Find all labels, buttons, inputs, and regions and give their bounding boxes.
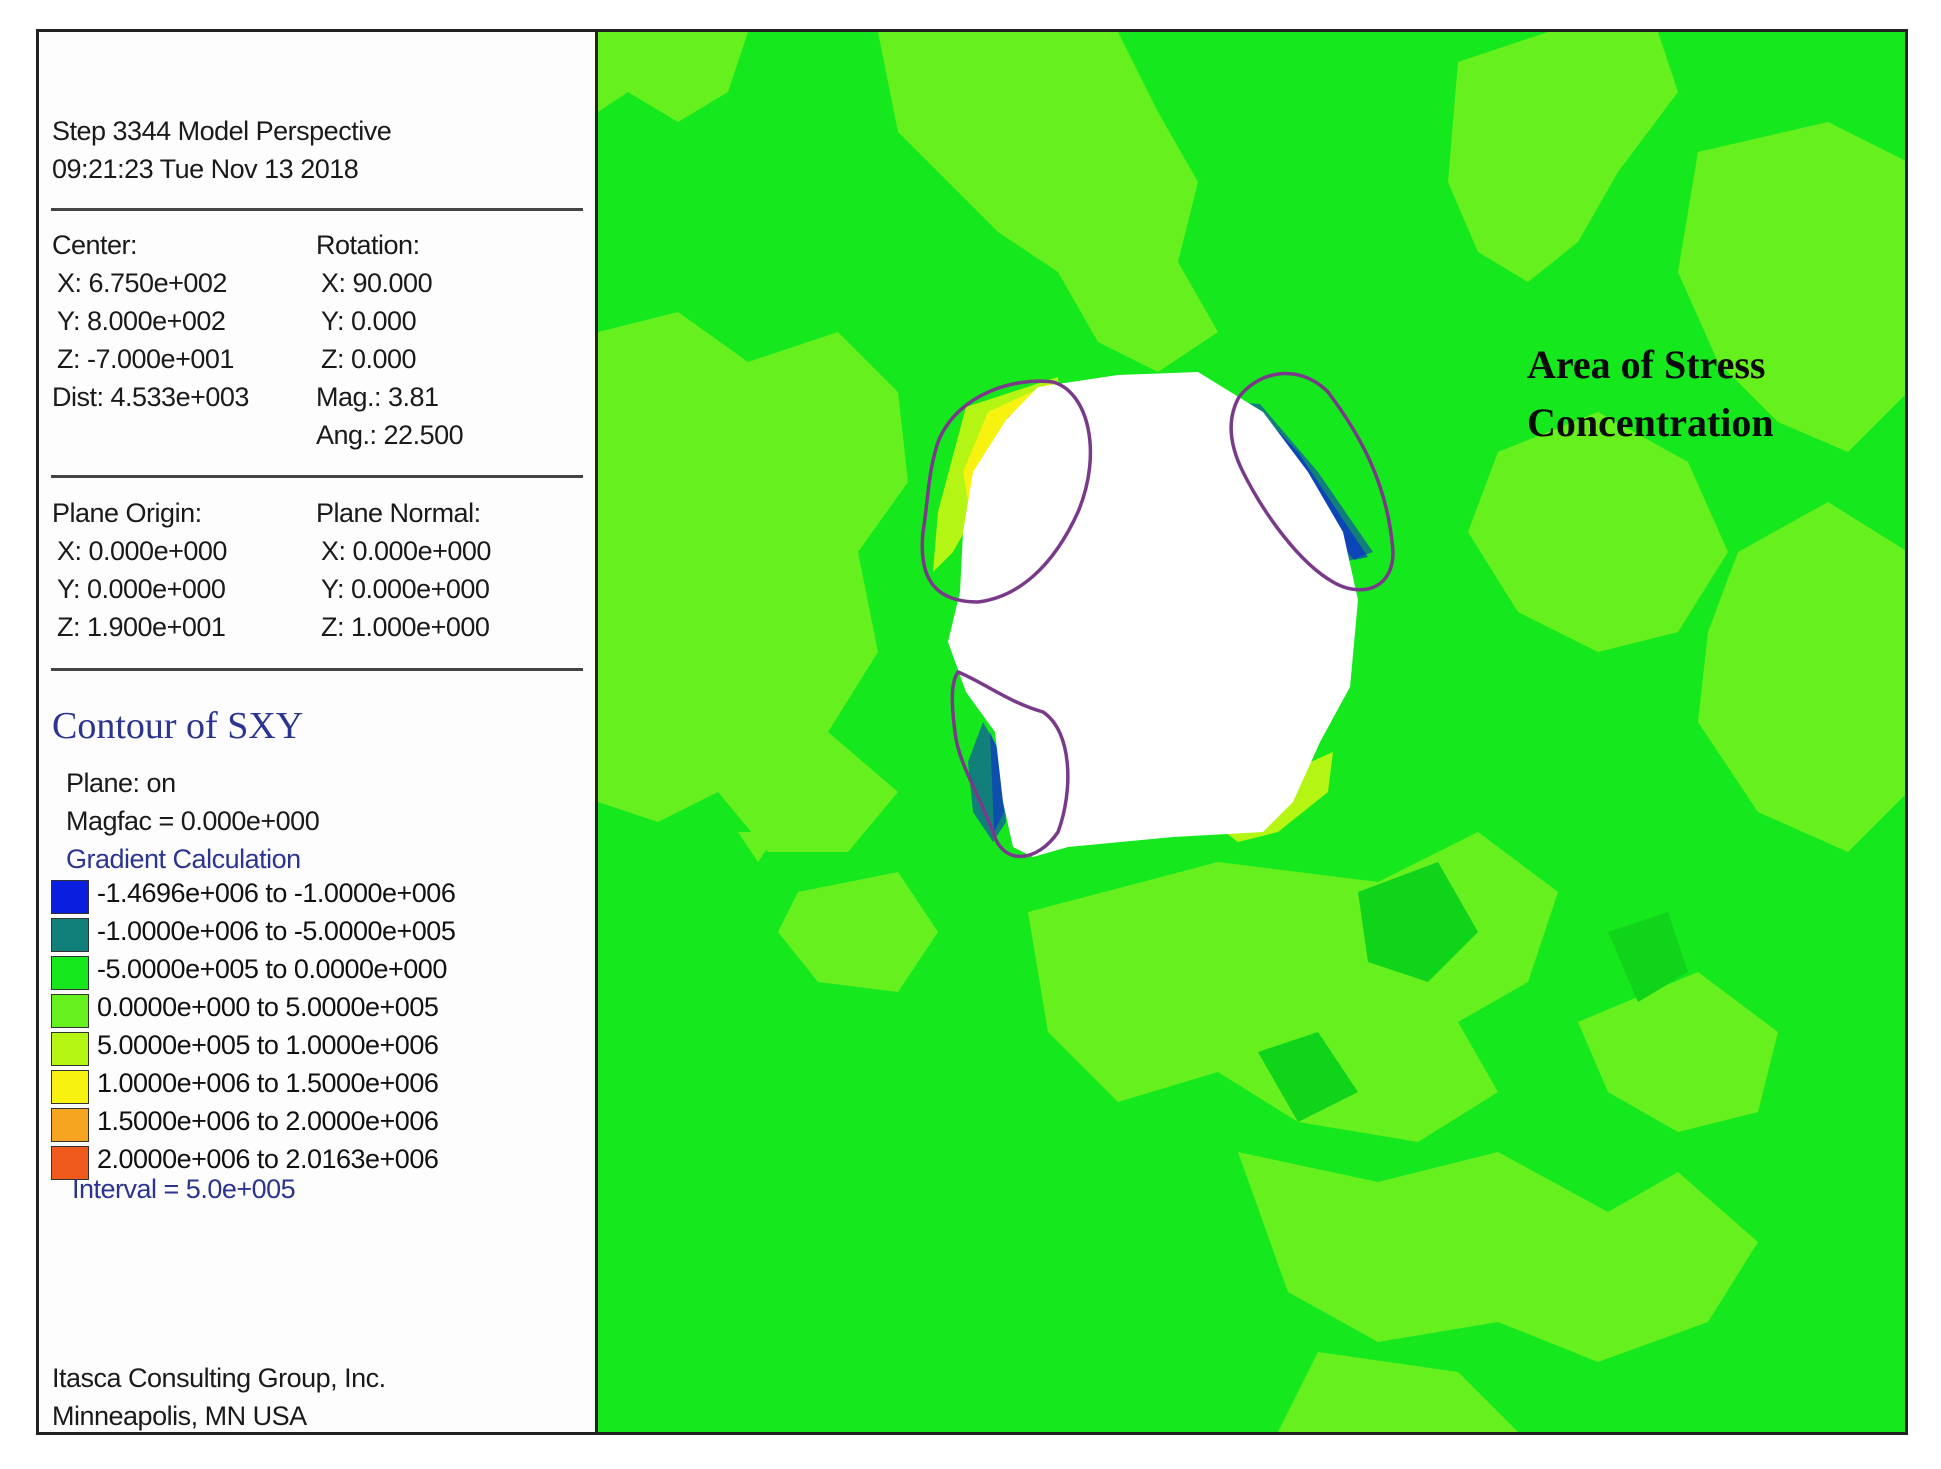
legend-label: 1.0000e+006 to 1.5000e+006 xyxy=(97,1068,439,1098)
contour-plot xyxy=(598,32,1905,1432)
annotation-line-1: Area of Stress xyxy=(1527,342,1766,387)
figure-frame: Step 3344 Model Perspective 09:21:23 Tue… xyxy=(36,29,1908,1435)
legend-swatch xyxy=(51,1070,89,1104)
legend-row: -5.0000e+005 to 0.0000e+000 xyxy=(51,954,471,990)
legend-swatch xyxy=(51,918,89,952)
company-location: Minneapolis, MN USA xyxy=(52,1401,307,1431)
divider xyxy=(51,475,583,478)
legend-label: -1.4696e+006 to -1.0000e+006 xyxy=(97,878,456,908)
timestamp: 09:21:23 Tue Nov 13 2018 xyxy=(52,154,359,184)
legend-row: 5.0000e+005 to 1.0000e+006 xyxy=(51,1030,471,1066)
plane-origin-y: Y: 0.000e+000 xyxy=(57,574,226,604)
center-z: Z: -7.000e+001 xyxy=(57,344,234,374)
legend-row: -1.0000e+006 to -5.0000e+005 xyxy=(51,916,471,952)
rotation-ang: Ang.: 22.500 xyxy=(316,420,464,450)
rotation-label: Rotation: xyxy=(316,230,420,260)
legend-row: -1.4696e+006 to -1.0000e+006 xyxy=(51,878,471,914)
plane-normal-z: Z: 1.000e+000 xyxy=(321,612,490,642)
center-label: Center: xyxy=(52,230,138,260)
divider xyxy=(51,668,583,671)
rotation-y: Y: 0.000 xyxy=(321,306,417,336)
contour-patch xyxy=(598,312,908,852)
info-panel: Step 3344 Model Perspective 09:21:23 Tue… xyxy=(39,32,598,1432)
legend-label: 0.0000e+000 to 5.0000e+005 xyxy=(97,992,439,1022)
annotation-line-2: Concentration xyxy=(1527,400,1774,445)
rotation-mag: Mag.: 3.81 xyxy=(316,382,439,412)
stress-concentration-annotation: Area of Stress Concentration xyxy=(1527,336,1774,452)
interval: Interval = 5.0e+005 xyxy=(72,1174,296,1204)
legend-label: 5.0000e+005 to 1.0000e+006 xyxy=(97,1030,439,1060)
legend-swatch xyxy=(51,880,89,914)
plane-origin-x: X: 0.000e+000 xyxy=(57,536,227,566)
plane-normal-x: X: 0.000e+000 xyxy=(321,536,491,566)
legend-label: 1.5000e+006 to 2.0000e+006 xyxy=(97,1106,439,1136)
company-name: Itasca Consulting Group, Inc. xyxy=(52,1363,386,1393)
contour-title: Contour of SXY xyxy=(52,705,304,747)
center-dist: Dist: 4.533e+003 xyxy=(52,382,249,412)
center-y: Y: 8.000e+002 xyxy=(57,306,226,336)
legend-row: 1.0000e+006 to 1.5000e+006 xyxy=(51,1068,471,1104)
rotation-x: X: 90.000 xyxy=(321,268,433,298)
legend-label: -1.0000e+006 to -5.0000e+005 xyxy=(97,916,456,946)
plane-normal-y: Y: 0.000e+000 xyxy=(321,574,490,604)
step-label: Step 3344 Model Perspective xyxy=(52,116,392,146)
plane-status: Plane: on xyxy=(66,768,176,798)
legend-swatch xyxy=(51,1032,89,1066)
magfac: Magfac = 0.000e+000 xyxy=(66,806,320,836)
center-x: X: 6.750e+002 xyxy=(57,268,227,298)
legend-swatch xyxy=(51,956,89,990)
plane-normal-label: Plane Normal: xyxy=(316,498,481,528)
contour-plot-viewport xyxy=(598,32,1905,1432)
plane-origin-z: Z: 1.900e+001 xyxy=(57,612,226,642)
divider xyxy=(51,208,583,211)
legend-swatch xyxy=(51,1108,89,1142)
legend-label: -5.0000e+005 to 0.0000e+000 xyxy=(97,954,447,984)
gradient-calculation: Gradient Calculation xyxy=(66,844,301,874)
legend-row: 1.5000e+006 to 2.0000e+006 xyxy=(51,1106,471,1142)
legend-row: 0.0000e+000 to 5.0000e+005 xyxy=(51,992,471,1028)
rotation-z: Z: 0.000 xyxy=(321,344,417,374)
legend-swatch xyxy=(51,994,89,1028)
plane-origin-label: Plane Origin: xyxy=(52,498,202,528)
